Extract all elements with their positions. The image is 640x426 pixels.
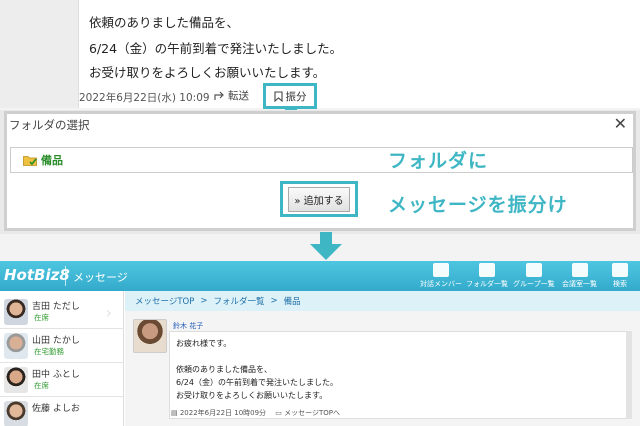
folder-icon xyxy=(479,263,495,277)
comment-icon: ▭ xyxy=(268,409,285,417)
message-line: 依頼のありました備品を、 xyxy=(89,15,240,30)
message-line: お疲れ様です。 xyxy=(176,339,232,348)
sender-name[interactable]: 鈴木 花子 xyxy=(173,321,203,331)
caption-line-1: フォルダに xyxy=(388,150,489,172)
nav-folder-list[interactable]: フォルダ一覧 xyxy=(466,263,508,289)
forward-label: 転送 xyxy=(228,90,249,102)
member-list: 吉田 ただし 在席 › 山田 たかし 在宅勤務 田中 ふとし 在席 佐藤 よしお xyxy=(0,291,124,426)
assign-button[interactable]: 振分 xyxy=(263,83,317,109)
calendar-icon: ▤ xyxy=(171,409,180,417)
member-status: 在席 xyxy=(34,381,49,390)
nav-group-list[interactable]: グループ一覧 xyxy=(513,263,555,289)
nav-label: 検索 xyxy=(613,280,627,288)
message-meta: ▤ 2022年6月22日 10時09分 ▭ メッセージTOPへ xyxy=(171,408,340,418)
meeting-room-icon xyxy=(571,263,588,277)
message-panel: 依頼のありました備品を、 6/24（金）の午前到着で発注いたしました。 お受け取… xyxy=(0,0,640,109)
forward-button[interactable]: 転送 xyxy=(214,88,249,103)
member-item[interactable]: 山田 たかし 在宅勤務 xyxy=(0,329,124,363)
tutorial-composite: 依頼のありました備品を、 6/24（金）の午前到着で発注いたしました。 お受け取… xyxy=(0,0,640,426)
folder-item[interactable]: 備品 xyxy=(10,147,633,173)
folder-icon xyxy=(23,155,37,166)
folder-select-dialog: フォルダの選択 ✕ 備品 » 追加する フォルダに メッセージを振分け xyxy=(0,110,640,234)
member-name: 佐藤 よしお xyxy=(32,404,80,414)
app-logo: HotBiz8 xyxy=(4,266,70,284)
member-status: 在席 xyxy=(34,313,49,322)
message-top-link[interactable]: メッセージTOPへ xyxy=(284,409,340,417)
search-icon xyxy=(612,263,628,277)
app-screen: HotBiz8 メッセージ 対話メンバー フォルダ一覧 グループ一覧 会議室一覧 xyxy=(0,261,640,426)
caption-line-2: メッセージを振分け xyxy=(388,194,568,216)
message-line: 6/24（金）の午前到着で発注いたしました。 xyxy=(89,41,343,56)
assign-label: 振分 xyxy=(285,90,307,103)
nav-search[interactable]: 検索 xyxy=(612,263,628,289)
message-area: 鈴木 花子 お疲れ様です。 依頼のありました備品を、 6/24（金）の午前到着で… xyxy=(125,311,640,426)
avatar xyxy=(4,333,28,359)
message-line: 依頼のありました備品を、 xyxy=(176,365,272,374)
nav-label: グループ一覧 xyxy=(513,280,555,288)
message-line: 6/24（金）の午前到着で発注いたしました。 xyxy=(176,378,338,387)
avatar xyxy=(4,299,28,325)
message-line: お受け取りをよろしくお願いいたします。 xyxy=(89,65,326,80)
nav-meeting-rooms[interactable]: 会議室一覧 xyxy=(562,263,597,289)
member-name: 山田 たかし xyxy=(32,336,80,346)
message-line: お受け取りをよろしくお願いいたします。 xyxy=(176,391,328,400)
person-icon xyxy=(433,263,449,277)
down-arrow-2 xyxy=(310,232,342,262)
member-name: 田中 ふとし xyxy=(32,370,80,380)
member-name: 吉田 ただし xyxy=(32,302,80,312)
nav-label: 会議室一覧 xyxy=(562,280,597,288)
forward-icon xyxy=(214,91,224,100)
folder-name: 備品 xyxy=(41,154,63,167)
close-icon[interactable]: ✕ xyxy=(614,114,627,133)
nav-label: 対話メンバー xyxy=(420,280,462,288)
breadcrumb-separator: > xyxy=(270,296,278,306)
breadcrumb-separator: > xyxy=(200,296,208,306)
nav-label: フォルダ一覧 xyxy=(466,280,508,288)
avatar xyxy=(4,401,28,426)
add-button[interactable]: » 追加する xyxy=(288,186,350,212)
breadcrumb: メッセージTOP > フォルダ一覧 > 備品 xyxy=(125,291,640,311)
message-card: 依頼のありました備品を、 6/24（金）の午前到着で発注いたしました。 お受け取… xyxy=(78,0,640,109)
header-bar: HotBiz8 メッセージ 対話メンバー フォルダ一覧 グループ一覧 会議室一覧 xyxy=(0,261,640,291)
member-item[interactable]: 田中 ふとし 在席 xyxy=(0,363,124,397)
nav-talk-members[interactable]: 対話メンバー xyxy=(420,263,462,289)
header-divider xyxy=(65,266,66,286)
breadcrumb-message-top[interactable]: メッセージTOP xyxy=(135,295,194,307)
member-item[interactable]: 佐藤 よしお xyxy=(0,397,124,426)
bookmark-icon xyxy=(273,90,283,102)
message-date: 2022年6月22日(水) 10:09 xyxy=(79,92,210,104)
avatar xyxy=(4,367,28,393)
group-icon xyxy=(525,263,542,277)
message-bubble: お疲れ様です。 依頼のありました備品を、 6/24（金）の午前到着で発注いたしま… xyxy=(169,331,631,419)
member-status: 在宅勤務 xyxy=(34,347,64,356)
breadcrumb-current-folder: 備品 xyxy=(283,297,301,307)
message-date: 2022年6月22日 10時09分 xyxy=(179,409,267,417)
dialog-title: フォルダの選択 xyxy=(9,118,90,132)
scrollbar[interactable] xyxy=(626,331,632,419)
sender-avatar xyxy=(133,319,167,353)
chevron-right-icon: › xyxy=(105,303,112,322)
member-item[interactable]: 吉田 ただし 在席 › xyxy=(0,295,124,329)
breadcrumb-folder-list[interactable]: フォルダ一覧 xyxy=(213,295,264,307)
add-button-highlight: » 追加する xyxy=(280,181,358,217)
section-title: メッセージ xyxy=(73,271,128,284)
